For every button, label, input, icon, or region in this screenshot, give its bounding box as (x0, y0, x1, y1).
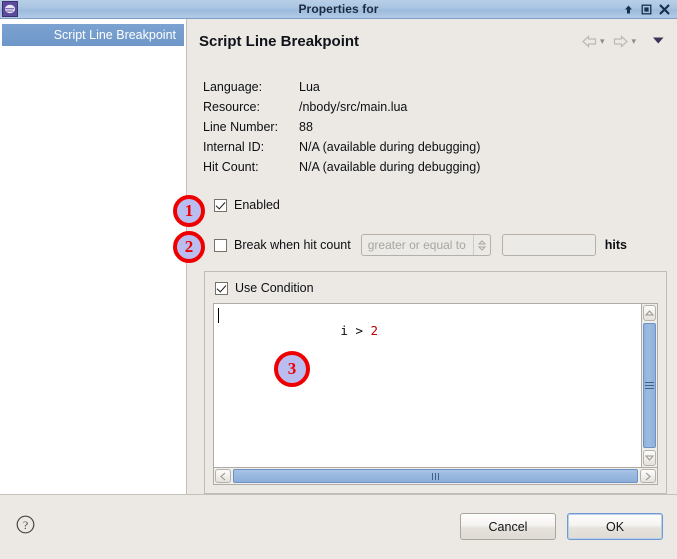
enabled-row: Enabled (187, 195, 677, 215)
condition-code-editor[interactable]: i > 2 (213, 303, 641, 468)
horizontal-scroll-thumb[interactable] (233, 469, 638, 483)
scroll-up-arrow-icon[interactable] (643, 305, 656, 321)
condition-code: i > 2 (214, 304, 641, 353)
use-condition-checkbox[interactable] (215, 281, 228, 295)
eclipse-icon (2, 1, 18, 17)
properties-main-panel: Script Line Breakpoint ▾ ▾ Language: Lua… (187, 19, 677, 494)
detail-row: Resource: /nbody/src/main.lua (203, 97, 677, 117)
break-on-hit-count-checkbox[interactable] (214, 238, 227, 252)
enabled-label: Enabled (234, 198, 280, 212)
scroll-right-arrow-icon[interactable] (640, 469, 656, 483)
annotation-marker-2: 2 (173, 231, 205, 263)
detail-value: N/A (available during debugging) (299, 160, 481, 174)
detail-row: Language: Lua (203, 77, 677, 97)
page-header: Script Line Breakpoint ▾ ▾ (187, 19, 677, 63)
properties-dialog: Properties for Script Line Breakpoint Sc… (0, 0, 677, 559)
hit-count-row: Break when hit count greater or equal to… (187, 233, 677, 257)
cancel-button[interactable]: Cancel (460, 513, 556, 540)
window-title: Properties for (298, 2, 379, 16)
chevron-down-icon: ▾ (631, 35, 636, 46)
back-arrow-icon (582, 34, 597, 48)
editor-vertical-scrollbar[interactable] (641, 303, 658, 468)
detail-row: Hit Count: N/A (available during debuggi… (203, 157, 677, 177)
detail-label: Resource: (203, 100, 260, 114)
annotation-marker-1: 1 (173, 195, 205, 227)
detail-label: Language: (203, 80, 263, 94)
close-button[interactable] (659, 3, 670, 15)
detail-value: 88 (299, 120, 313, 134)
hits-suffix-label: hits (604, 238, 627, 252)
page-title: Script Line Breakpoint (199, 32, 360, 50)
hit-count-condition-select[interactable]: greater or equal to (360, 234, 491, 256)
break-on-hit-count-label: Break when hit count (234, 238, 351, 252)
enabled-checkbox[interactable] (214, 198, 227, 212)
header-menu-button[interactable] (652, 32, 665, 50)
help-button[interactable]: ? (16, 515, 35, 539)
detail-label: Hit Count: (203, 160, 259, 174)
detail-value: N/A (available during debugging) (299, 140, 481, 154)
detail-row: Internal ID: N/A (available during debug… (203, 137, 677, 157)
detail-label: Line Number: (203, 120, 279, 134)
forward-arrow-icon (614, 34, 629, 48)
code-number: 2 (370, 323, 379, 338)
back-button[interactable]: ▾ (579, 34, 607, 49)
sidebar-item-script-line-breakpoint[interactable]: Script Line Breakpoint (2, 24, 184, 46)
forward-button[interactable]: ▾ (610, 34, 638, 49)
vertical-scroll-thumb[interactable] (643, 323, 656, 448)
title-bar: Properties for (0, 0, 677, 19)
window-controls (623, 3, 677, 15)
detail-label: Internal ID: (203, 140, 265, 154)
chevron-down-icon (653, 37, 664, 44)
sidebar-item-label: Script Line Breakpoint (53, 28, 176, 42)
detail-row: Line Number: 88 (203, 117, 677, 137)
ok-button[interactable]: OK (567, 513, 663, 540)
condition-editor-wrap: i > 2 (213, 303, 658, 485)
shade-button[interactable] (623, 4, 634, 15)
maximize-button[interactable] (641, 4, 652, 15)
dialog-body: Script Line Breakpoint Script Line Break… (0, 19, 677, 494)
condition-editor-main: i > 2 (213, 303, 658, 468)
svg-text:?: ? (23, 518, 28, 532)
chevron-down-icon: ▾ (599, 35, 605, 46)
hits-input[interactable] (501, 234, 596, 256)
dialog-footer: ? Cancel OK (0, 494, 677, 558)
breakpoint-details: Language: Lua Resource: /nbody/src/main.… (187, 63, 677, 177)
footer-buttons: Cancel OK (460, 513, 663, 540)
use-condition-label: Use Condition (235, 281, 314, 295)
code-expression: i > (340, 323, 371, 338)
spinner-arrows-icon[interactable] (472, 235, 490, 255)
text-caret (218, 308, 219, 323)
hit-count-condition-value: greater or equal to (367, 238, 466, 252)
editor-horizontal-scrollbar[interactable] (213, 468, 658, 485)
detail-value: /nbody/src/main.lua (299, 100, 408, 114)
scroll-grip-icon (645, 382, 654, 389)
header-navigation: ▾ ▾ (579, 32, 667, 50)
use-condition-row: Use Condition (205, 272, 666, 303)
use-condition-group: Use Condition i > 2 (204, 271, 667, 494)
scroll-down-arrow-icon[interactable] (643, 450, 656, 466)
annotation-marker-3: 3 (274, 351, 310, 387)
properties-sidebar: Script Line Breakpoint (0, 19, 187, 494)
detail-value: Lua (299, 80, 320, 94)
scroll-left-arrow-icon[interactable] (215, 469, 231, 483)
scroll-grip-icon (432, 472, 439, 480)
